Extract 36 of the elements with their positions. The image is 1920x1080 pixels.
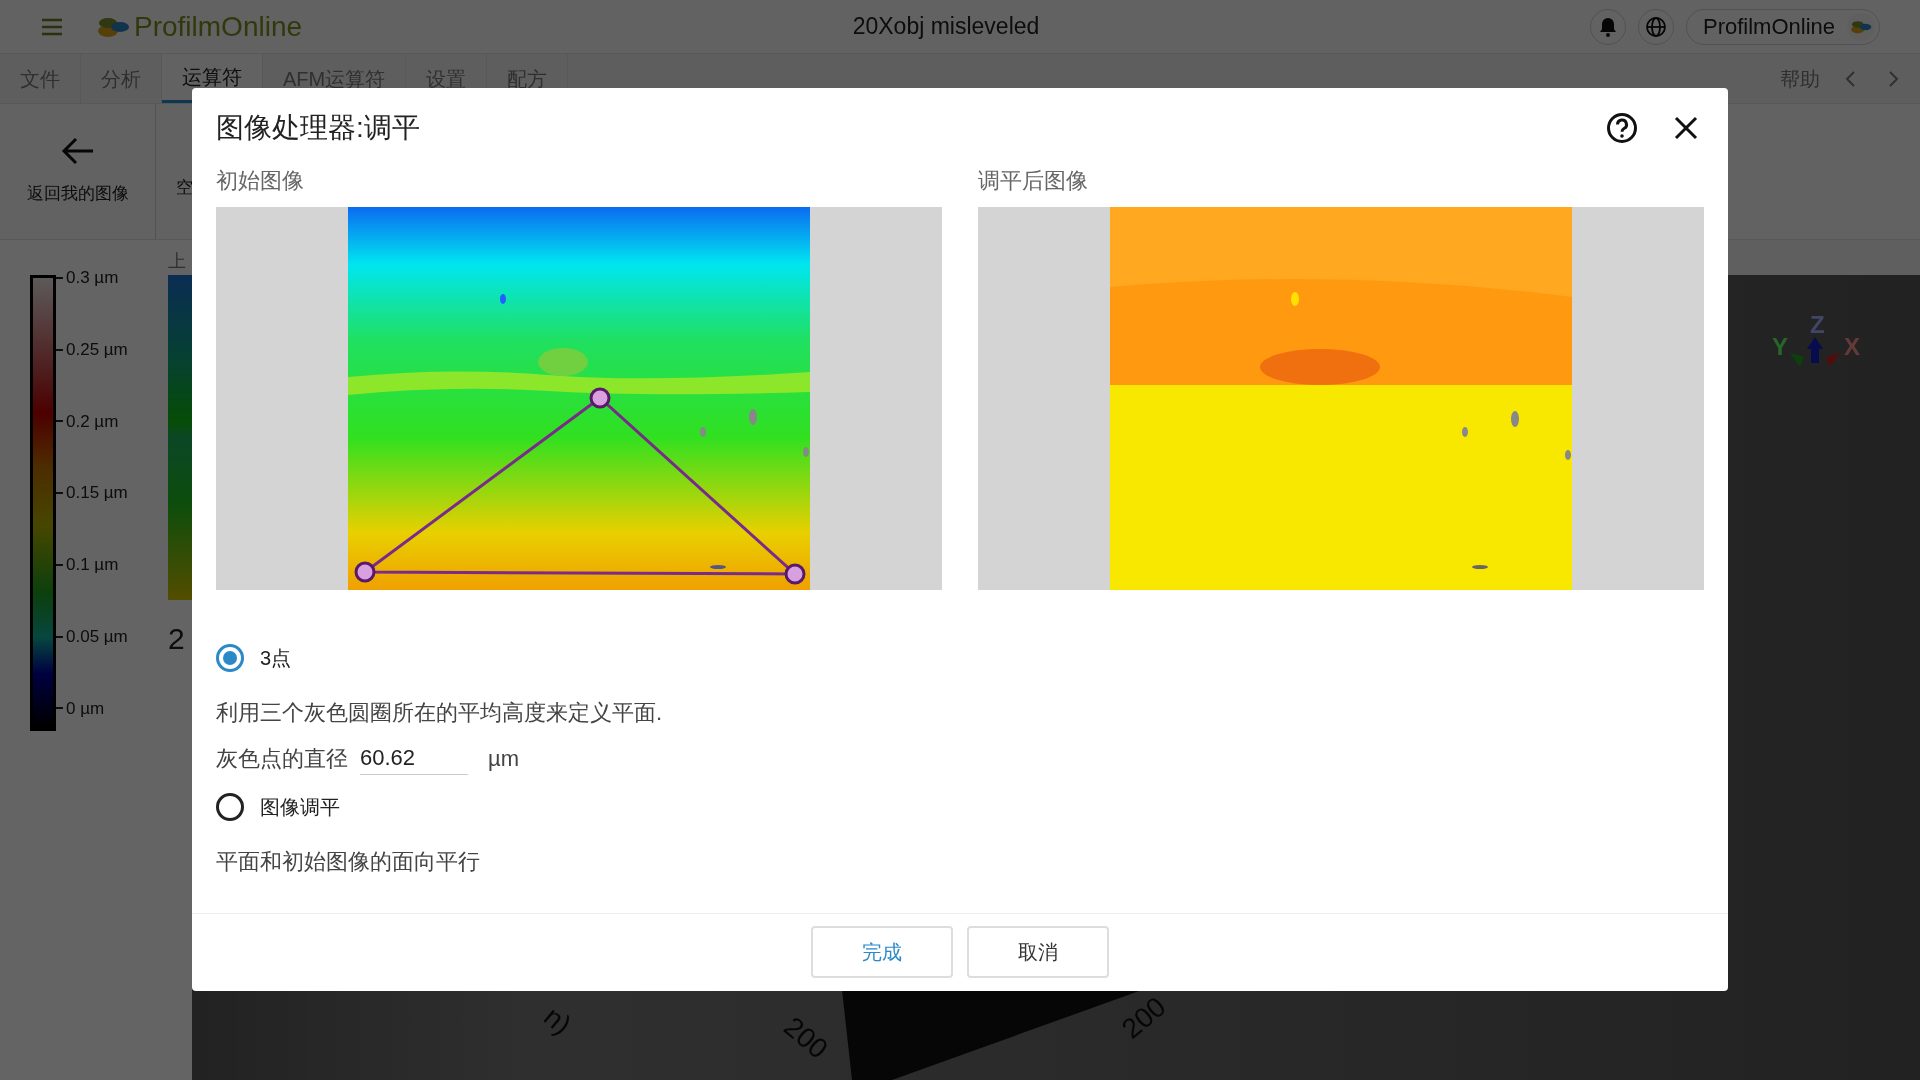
panel-heading: 2 bbox=[168, 624, 186, 654]
image-label: 初始图像 bbox=[216, 167, 305, 195]
option-description: 利用三个灰色圆圈所在的平均高度来定义平面. bbox=[216, 699, 664, 727]
radio-button[interactable] bbox=[216, 793, 244, 821]
globe-icon bbox=[1644, 15, 1667, 38]
axis-triad-drawing: Z Y X bbox=[1770, 315, 1860, 385]
diameter-input[interactable]: 60.62 bbox=[360, 741, 468, 775]
scale-label: 0.1 µm bbox=[66, 554, 119, 576]
bell-icon bbox=[1598, 16, 1617, 37]
scale-label: 0.05 µm bbox=[66, 625, 128, 648]
back-button[interactable]: 返回我的图像 bbox=[0, 104, 156, 239]
scale-label: 0.2 µm bbox=[66, 410, 119, 433]
image-label: 调平后图像 bbox=[978, 167, 1089, 195]
dialog-title: 图像处理器:调平 bbox=[216, 111, 421, 145]
toolbar-button[interactable]: 空 bbox=[176, 174, 193, 201]
document-title: 20Xobj misleveled bbox=[852, 12, 1040, 42]
scale-label: 0.25 µm bbox=[66, 338, 128, 361]
control-point[interactable] bbox=[354, 561, 376, 583]
option-description: 平面和初始图像的面向平行 bbox=[216, 848, 481, 876]
control-point[interactable] bbox=[784, 563, 806, 585]
logo-icon bbox=[1850, 18, 1872, 35]
arrow-left-icon bbox=[60, 136, 95, 165]
unit-label: µm bbox=[488, 744, 519, 773]
radio-label[interactable]: 图像调平 bbox=[260, 792, 340, 822]
done-button[interactable]: 完成 bbox=[811, 926, 953, 978]
field-label: 灰色点的直径 bbox=[216, 744, 348, 773]
radio-label[interactable]: 3点 bbox=[260, 643, 292, 673]
radio-button[interactable] bbox=[216, 644, 244, 672]
control-point[interactable] bbox=[589, 387, 611, 409]
help-icon[interactable] bbox=[1606, 112, 1638, 144]
logo-text: ProfilmOnline bbox=[134, 9, 303, 44]
scale-label: 0.15 µm bbox=[66, 482, 128, 505]
cancel-button[interactable]: 取消 bbox=[967, 926, 1109, 978]
close-icon[interactable] bbox=[1674, 116, 1698, 140]
scale-label: 0 µm bbox=[66, 697, 105, 720]
scale-label: 0.3 µm bbox=[66, 267, 119, 289]
